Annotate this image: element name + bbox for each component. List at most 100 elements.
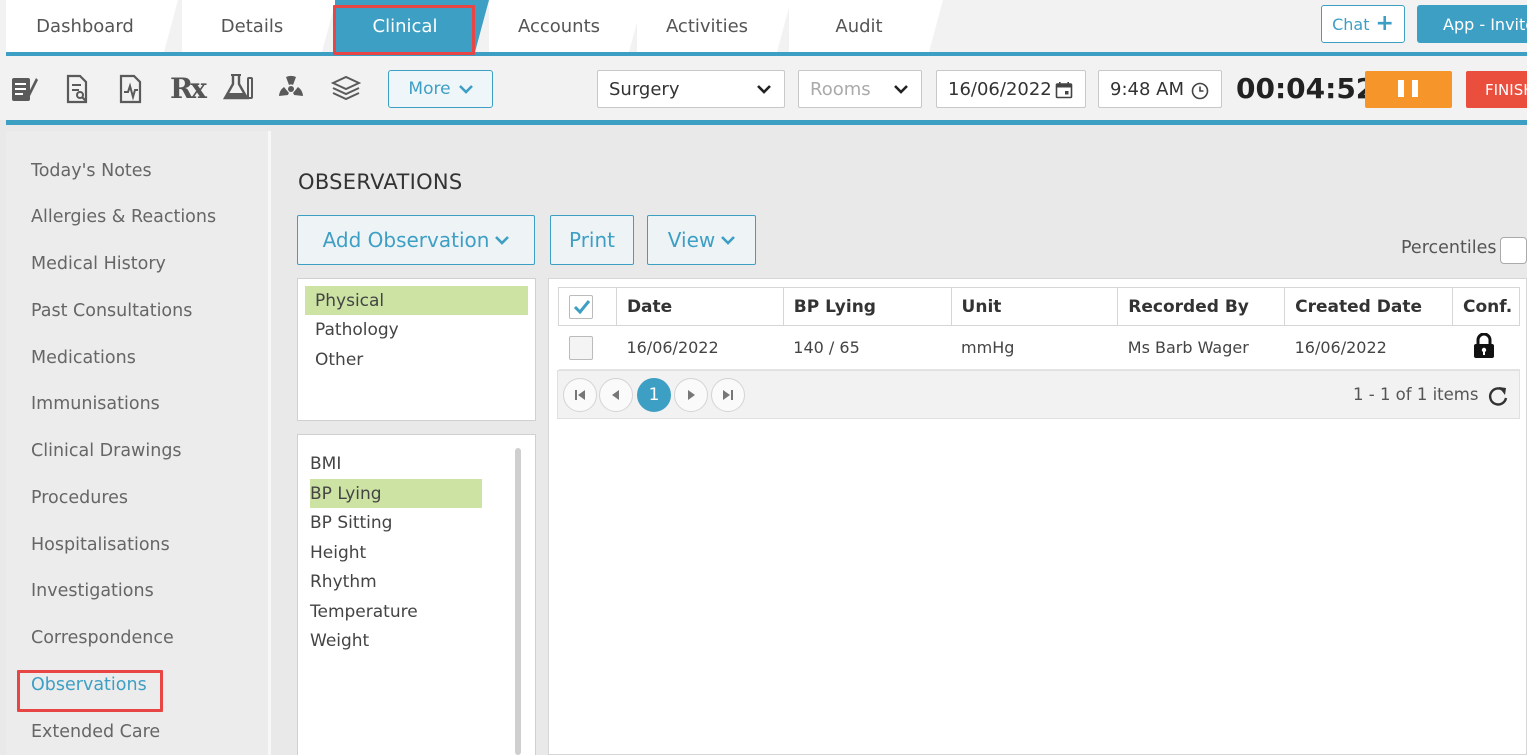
first-page-button[interactable] [563,378,597,412]
lab-flask-icon[interactable] [221,72,255,102]
tab-accounts[interactable]: Accounts [489,0,629,52]
tab-edge [164,0,178,52]
tab-clinical[interactable]: Clinical [335,0,475,52]
report-icon[interactable] [117,74,145,104]
checkmark-icon [573,299,591,314]
category-item-pathology[interactable]: Pathology [305,315,528,344]
chat-label: Chat [1332,14,1370,34]
tab-activities[interactable]: Activities [637,0,777,52]
column-header-created-date[interactable]: Created Date [1284,287,1453,326]
chevron-down-icon [894,85,908,94]
notes-icon[interactable] [10,74,38,104]
location-value: Surgery [609,78,680,100]
chat-button[interactable]: Chat + [1321,5,1405,43]
layers-icon[interactable] [331,74,361,104]
chevron-down-icon [757,85,771,94]
top-tab-bar: Dashboard Details Clinical Accounts Acti… [0,0,1527,56]
app-invite-label: App - Invite [1443,14,1527,34]
view-label: View [667,228,716,252]
calendar-icon[interactable] [1055,81,1073,99]
print-button[interactable]: Print [550,215,634,265]
print-label: Print [568,228,615,252]
column-header-recorded-by[interactable]: Recorded By [1117,287,1286,326]
sidebar-item-past-consultations[interactable]: Past Consultations [31,301,192,321]
time-field[interactable]: 9:48 AM [1098,70,1222,108]
location-select[interactable]: Surgery [597,70,785,108]
sidebar-item-medications[interactable]: Medications [31,348,136,368]
sidebar-item-hospitalisations[interactable]: Hospitalisations [31,535,170,555]
row-checkbox[interactable] [568,335,593,360]
date-value: 16/06/2022 [948,78,1052,100]
column-header-unit[interactable]: Unit [950,287,1119,326]
column-header-bp-lying[interactable]: BP Lying [782,287,952,326]
column-header-confidential[interactable]: Conf. [1451,287,1521,326]
lock-icon [1474,332,1495,358]
page-button-current[interactable]: 1 [637,378,671,412]
view-button[interactable]: View [647,215,756,265]
clock-icon[interactable] [1191,82,1209,100]
app-window: Dashboard Details Clinical Accounts Acti… [0,0,1527,755]
tab-audit[interactable]: Audit [789,0,929,52]
refresh-icon[interactable] [1487,385,1509,407]
first-page-icon [575,390,585,400]
time-value: 9:48 AM [1110,78,1184,100]
tab-label: Accounts [517,15,601,37]
consult-timer: 00:04:52 [1236,72,1376,105]
tab-details[interactable]: Details [182,0,322,52]
tab-label: Details [220,15,284,37]
sidebar-item-allergies[interactable]: Allergies & Reactions [31,207,216,227]
type-item-weight[interactable]: Weight [310,626,369,655]
app-invite-button[interactable]: App - Invite [1417,5,1527,43]
finish-button[interactable]: FINISH [1466,71,1527,108]
observations-table: Date BP Lying Unit Recorded By Created D… [558,287,1521,370]
prescription-icon[interactable]: Rx [170,72,207,105]
type-item-bp-sitting[interactable]: BP Sitting [310,508,392,537]
tab-label: Activities [665,15,749,37]
tab-label: Audit [835,15,883,37]
percentiles-checkbox[interactable] [1500,237,1527,264]
date-field[interactable]: 16/06/2022 [936,70,1086,108]
sidebar-item-immunisations[interactable]: Immunisations [31,394,160,414]
sidebar-item-observations[interactable]: Observations [31,675,147,695]
type-item-rhythm[interactable]: Rhythm [310,567,377,596]
sidebar-item-investigations[interactable]: Investigations [31,581,154,601]
type-list-scrollbar[interactable] [515,448,521,755]
rooms-select[interactable]: Rooms [798,70,922,108]
last-page-button[interactable] [711,378,745,412]
category-item-physical[interactable]: Physical [305,286,528,315]
tab-label: Dashboard [36,15,134,37]
sidebar-item-extended-care[interactable]: Extended Care [31,722,160,742]
chevron-down-icon [721,236,736,245]
sidebar-item-medical-history[interactable]: Medical History [31,254,166,274]
prev-page-button[interactable] [599,378,633,412]
sidebar-item-correspondence[interactable]: Correspondence [31,628,174,648]
next-page-icon [688,390,695,400]
sidebar-item-todays-notes[interactable]: Today's Notes [31,161,152,181]
select-all-checkbox[interactable] [569,294,593,319]
sidebar-item-clinical-drawings[interactable]: Clinical Drawings [31,441,182,461]
pause-button[interactable] [1365,71,1452,108]
radiation-icon[interactable] [277,74,305,104]
page-title: OBSERVATIONS [298,170,463,194]
cell-confidential [1452,325,1520,370]
column-header-date[interactable]: Date [615,287,784,326]
last-page-icon [723,390,733,400]
type-item-bmi[interactable]: BMI [310,449,341,478]
category-item-other[interactable]: Other [305,345,528,374]
tab-dashboard[interactable]: Dashboard [6,0,164,52]
sidebar-item-procedures[interactable]: Procedures [31,488,128,508]
add-observation-label: Add Observation [322,228,490,252]
tab-edge [475,0,489,52]
type-item-height[interactable]: Height [310,538,366,567]
type-item-temperature[interactable]: Temperature [310,597,418,626]
plus-icon: + [1375,11,1394,36]
chevron-down-icon [495,236,510,245]
more-button[interactable]: More [388,70,493,108]
document-search-icon[interactable] [64,74,92,104]
cell-unit: mmHg [951,325,1118,370]
cell-recorded-by: Ms Barb Wager [1117,325,1285,370]
next-page-button[interactable] [674,378,708,412]
table-row[interactable]: 16/06/2022 140 / 65 mmHg Ms Barb Wager 1… [558,325,1520,370]
add-observation-button[interactable]: Add Observation [297,215,535,265]
type-item-bp-lying[interactable]: BP Lying [310,479,482,508]
